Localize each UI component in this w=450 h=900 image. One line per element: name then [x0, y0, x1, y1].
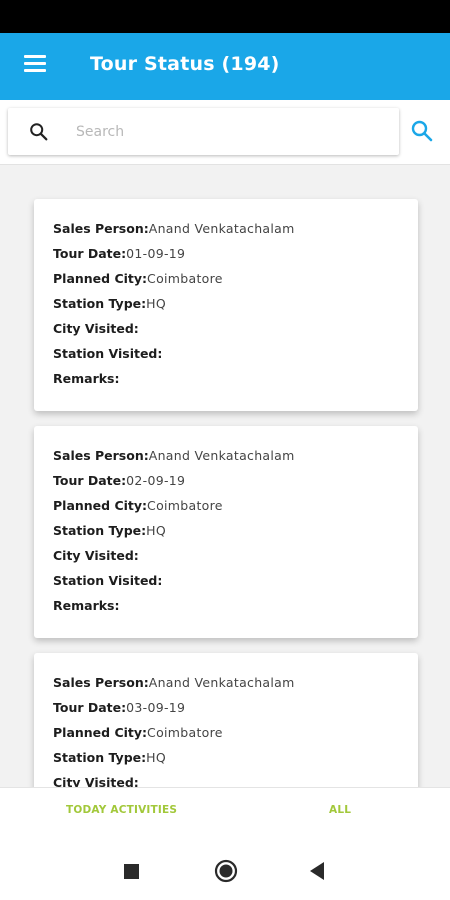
city-visited-field: City Visited: [53, 775, 139, 787]
system-nav-bar [0, 840, 450, 900]
page-title: Tour Status (194) [90, 53, 280, 75]
square-icon[interactable] [124, 864, 139, 879]
tour-card[interactable]: Sales Person:Anand Venkatachalam Tour Da… [34, 199, 418, 411]
tour-date-field: Tour Date:02-09-19 [53, 473, 186, 488]
remarks-field: Remarks: [53, 371, 120, 386]
station-visited-field: Station Visited: [53, 346, 163, 361]
planned-city-field: Planned City:Coimbatore [53, 498, 223, 513]
station-type-field: Station Type:HQ [53, 750, 166, 765]
tour-card[interactable]: Sales Person:Anand Venkatachalam Tour Da… [34, 653, 418, 787]
tour-card[interactable]: Sales Person:Anand Venkatachalam Tour Da… [34, 426, 418, 638]
tab-all[interactable]: ALL [329, 804, 351, 816]
planned-city-field: Planned City:Coimbatore [53, 725, 223, 740]
tour-date-field: Tour Date:01-09-19 [53, 246, 186, 261]
search-box [8, 108, 399, 155]
tour-list[interactable]: Sales Person:Anand Venkatachalam Tour Da… [0, 165, 450, 787]
tab-today-activities[interactable]: TODAY ACTIVITIES [66, 804, 177, 816]
app-bar: Tour Status (194) [0, 33, 450, 100]
sales-person-field: Sales Person:Anand Venkatachalam [53, 675, 295, 690]
menu-icon[interactable] [24, 55, 50, 77]
station-type-field: Station Type:HQ [53, 523, 166, 538]
bottom-tab-bar: TODAY ACTIVITIES ALL [0, 787, 450, 840]
sales-person-field: Sales Person:Anand Venkatachalam [53, 221, 295, 236]
station-visited-field: Station Visited: [53, 573, 163, 588]
search-input[interactable] [74, 116, 378, 148]
search-row [0, 100, 450, 165]
search-icon [30, 123, 48, 141]
status-bar [0, 0, 450, 33]
sales-person-field: Sales Person:Anand Venkatachalam [53, 448, 295, 463]
station-type-field: Station Type:HQ [53, 296, 166, 311]
city-visited-field: City Visited: [53, 321, 139, 336]
planned-city-field: Planned City:Coimbatore [53, 271, 223, 286]
tour-date-field: Tour Date:03-09-19 [53, 700, 186, 715]
remarks-field: Remarks: [53, 598, 120, 613]
circle-icon[interactable] [214, 859, 238, 883]
search-action-icon[interactable] [410, 119, 434, 143]
triangle-back-icon[interactable] [309, 862, 325, 880]
city-visited-field: City Visited: [53, 548, 139, 563]
